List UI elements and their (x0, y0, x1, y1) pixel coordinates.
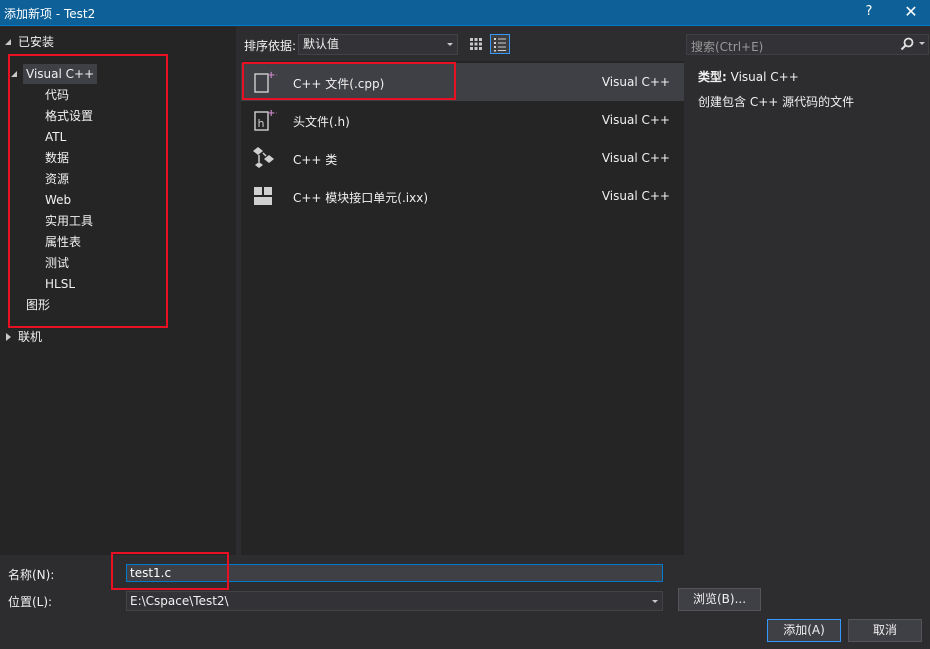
help-button[interactable]: ? (862, 4, 876, 19)
grid-view-button[interactable] (466, 34, 486, 54)
sort-value: 默认值 (303, 37, 340, 51)
browse-button[interactable]: 浏览(B)... (678, 588, 761, 611)
list-view-icon (494, 38, 506, 52)
grid-view-icon (470, 38, 482, 50)
template-name: C++ 模块接口单元(.ixx) (293, 191, 429, 205)
location-dropdown[interactable]: E:\Cspace\Test2\ (126, 591, 663, 611)
template-type: 类型: Visual C++ (698, 68, 799, 85)
tree-node-installed[interactable]: 已安装 (18, 32, 54, 52)
add-button[interactable]: 添加(A) (767, 619, 841, 642)
name-label: 名称(N): (8, 568, 55, 582)
template-language: Visual C++ (601, 113, 670, 127)
location-label: 位置(L): (8, 595, 53, 609)
title-bar: 添加新项 - Test2 ? ✕ (0, 0, 930, 26)
type-value: Visual C++ (730, 70, 799, 84)
list-view-button[interactable] (490, 34, 510, 54)
search-placeholder: 搜索(Ctrl+E) (691, 40, 764, 54)
highlight-box-tree (8, 54, 168, 328)
template-item-header-file[interactable]: h ++ 头文件(.h) Visual C++ (241, 101, 684, 139)
sort-label: 排序依据: (244, 39, 297, 53)
header-file-icon: h ++ (254, 108, 277, 131)
template-name: 头文件(.h) (293, 115, 350, 129)
collapsed-arrow-icon[interactable] (6, 333, 11, 341)
chevron-down-icon[interactable] (919, 42, 925, 45)
search-box[interactable]: 搜索(Ctrl+E) (686, 34, 929, 55)
chevron-down-icon (652, 600, 658, 603)
template-toolbar: 排序依据: 默认值 (236, 27, 684, 61)
sort-dropdown[interactable]: 默认值 (298, 34, 458, 55)
template-language: Visual C++ (601, 151, 670, 165)
expand-arrow-icon[interactable] (5, 39, 11, 45)
tree-node-online[interactable]: 联机 (18, 327, 42, 347)
highlight-box-template (242, 62, 456, 100)
cancel-button[interactable]: 取消 (848, 619, 922, 642)
svg-text:h: h (258, 117, 265, 130)
template-name: C++ 类 (293, 153, 338, 167)
svg-text:++: ++ (267, 108, 277, 119)
template-list: ++ C++ 文件(.cpp) Visual C++ h ++ 头文件(.h) … (241, 61, 684, 555)
template-language: Visual C++ (601, 75, 670, 89)
close-button[interactable]: ✕ (902, 2, 920, 21)
chevron-down-icon (447, 43, 453, 46)
highlight-box-name (111, 552, 229, 590)
window-title: 添加新项 - Test2 (4, 7, 96, 21)
details-pane: 搜索(Ctrl+E) 类型: Visual C++ 创建包含 C++ 源代码的文… (684, 27, 930, 555)
template-description: 创建包含 C++ 源代码的文件 (698, 95, 855, 109)
type-label: 类型: (698, 70, 727, 84)
module-interface-icon (254, 187, 272, 205)
template-item-module-interface[interactable]: C++ 模块接口单元(.ixx) Visual C++ (241, 177, 684, 215)
location-value: E:\Cspace\Test2\ (130, 594, 229, 608)
template-item-cpp-class[interactable]: C++ 类 Visual C++ (241, 139, 684, 177)
template-language: Visual C++ (601, 189, 670, 203)
cpp-class-icon (253, 147, 274, 168)
search-icon[interactable] (900, 37, 914, 51)
